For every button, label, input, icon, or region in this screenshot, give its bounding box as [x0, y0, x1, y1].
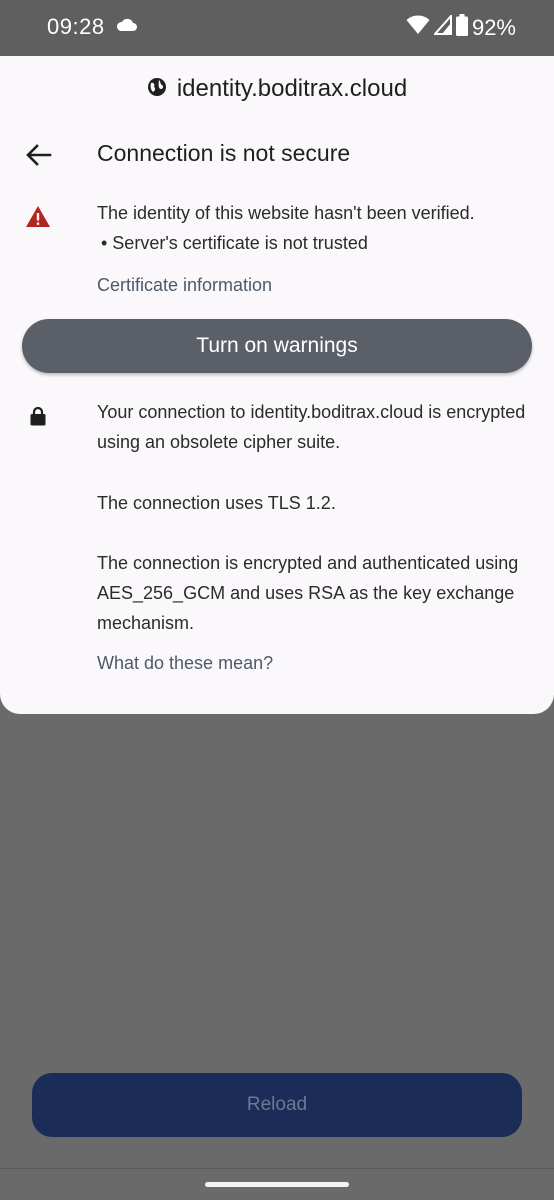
- back-button[interactable]: [24, 140, 54, 170]
- status-icons: 92%: [406, 13, 516, 42]
- battery-icon: [455, 14, 468, 42]
- status-time: 09:28: [47, 14, 105, 39]
- wifi-icon: [406, 15, 430, 41]
- cloud-icon: [116, 18, 138, 37]
- url-row: identity.boditrax.cloud: [0, 74, 554, 104]
- cipher-details-text: The connection is encrypted and authenti…: [97, 553, 519, 633]
- certificate-information-link[interactable]: Certificate information: [97, 275, 272, 296]
- turn-on-warnings-button[interactable]: Turn on warnings: [22, 319, 532, 373]
- arrow-back-icon: [26, 144, 52, 166]
- sheet-header: Connection is not secure: [0, 138, 554, 172]
- page-title: Connection is not secure: [97, 140, 351, 166]
- warning-icon: [25, 205, 51, 233]
- site-url: identity.boditrax.cloud: [176, 75, 408, 102]
- tls-version-text: The connection uses TLS 1.2.: [97, 493, 336, 513]
- reload-button[interactable]: Reload: [32, 1073, 522, 1137]
- globe-icon: [147, 77, 167, 102]
- identity-warning-text: The identity of this website hasn't been…: [97, 203, 475, 223]
- battery-level: 92%: [471, 15, 516, 40]
- connection-encryption-text: Your connection to identity.boditrax.clo…: [97, 402, 526, 452]
- page-info-sheet: identity.boditrax.cloud Connection is no…: [0, 56, 554, 714]
- what-do-these-mean-link[interactable]: What do these mean?: [97, 653, 273, 674]
- lock-icon: [30, 406, 46, 431]
- signal-icon: [432, 13, 452, 41]
- certificate-issue-text: • Server's certificate is not trusted: [101, 233, 368, 253]
- status-bar: 09:28 92%: [0, 0, 554, 56]
- home-gesture-handle[interactable]: [205, 1182, 349, 1187]
- navigation-bar: [0, 1168, 554, 1200]
